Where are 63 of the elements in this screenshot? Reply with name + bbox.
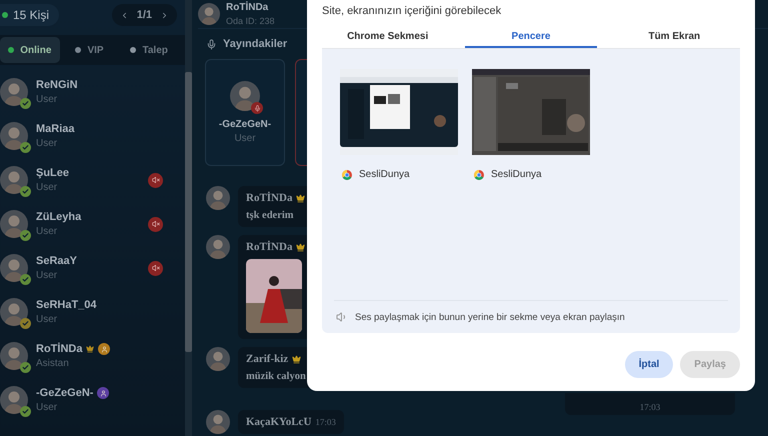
sender-name: Zarif-kiz [246, 353, 288, 365]
message-time: 17:03 [640, 402, 660, 412]
user-name: ZüLeyha [36, 211, 82, 223]
room-id: Oda ID: 238 [226, 16, 275, 26]
user-role: User [36, 226, 58, 237]
user-name: -GeZeGeN- [36, 387, 94, 399]
scrollbar[interactable] [185, 72, 192, 352]
avatar [0, 386, 28, 414]
avatar [0, 298, 28, 326]
user-name: ŞuLee [36, 167, 70, 179]
user-role: User [36, 94, 58, 105]
user-tab[interactable]: Talep [119, 37, 180, 63]
avatar [0, 166, 28, 194]
speaker-role: User [234, 133, 256, 144]
avatar [230, 81, 260, 111]
avatar [206, 410, 230, 434]
user-name: MaRiaa [36, 123, 75, 135]
source-tab[interactable]: Tüm Ekran [608, 26, 740, 48]
message-text: tşk ederim [246, 210, 295, 221]
pager[interactable]: 1/1 [112, 4, 177, 26]
user-name: ReNGiN [36, 79, 78, 91]
user-name: SeRaaY [36, 255, 77, 267]
window-title[interactable]: SesliDunya [359, 169, 410, 180]
mic-badge [251, 102, 263, 114]
avatar [198, 3, 220, 25]
avatar [0, 254, 28, 282]
window-title[interactable]: SesliDunya [491, 169, 542, 180]
mic-icon [206, 38, 217, 50]
sender-name: RoTİNDa [246, 241, 292, 253]
cancel-button[interactable]: İptal [624, 351, 674, 378]
speaker-card[interactable]: -GeZeGeN- User [205, 59, 285, 166]
user-role: Asistan [36, 358, 69, 369]
user-name: SeRHaT_04 [36, 299, 97, 311]
avatar [0, 342, 28, 370]
avatar [0, 122, 28, 150]
user-role: User [36, 270, 58, 281]
user-role: User [36, 402, 58, 413]
sender-name: RoTİNDa [246, 192, 292, 204]
next-icon[interactable] [160, 10, 169, 20]
user-name: RoTİNDa [36, 343, 82, 355]
message-time: 17:03 [315, 417, 336, 427]
section-title: Yayındakiler [223, 38, 288, 50]
user-role: User [36, 314, 58, 325]
user-tab[interactable]: VIP [60, 37, 120, 63]
avatar [206, 186, 230, 210]
sender-name: KaçaKYoLcU [246, 416, 312, 428]
room-owner: RoTİNDa [226, 2, 268, 13]
audio-note: Ses paylaşmak için bunun yerine bir sekme veya ekran paylaşın [355, 312, 625, 322]
avatar [206, 235, 230, 259]
user-role: User [36, 138, 58, 149]
user-role: User [36, 182, 58, 193]
user-tab[interactable]: Online [0, 37, 60, 63]
speaker-icon [336, 311, 348, 323]
chrome-icon [474, 170, 484, 180]
avatar [0, 78, 28, 106]
chrome-icon [342, 170, 352, 180]
member-count: 15 Kişi [0, 4, 60, 26]
dialog-subtitle: Site, ekranınızın içeriğini görebilecek [322, 5, 502, 17]
speaker-name: -GeZeGeN- [218, 119, 272, 130]
avatar [0, 210, 28, 238]
message-text: müzik calyon [246, 371, 307, 382]
avatar [206, 347, 230, 371]
source-tab[interactable]: Chrome Sekmesi [322, 26, 454, 48]
